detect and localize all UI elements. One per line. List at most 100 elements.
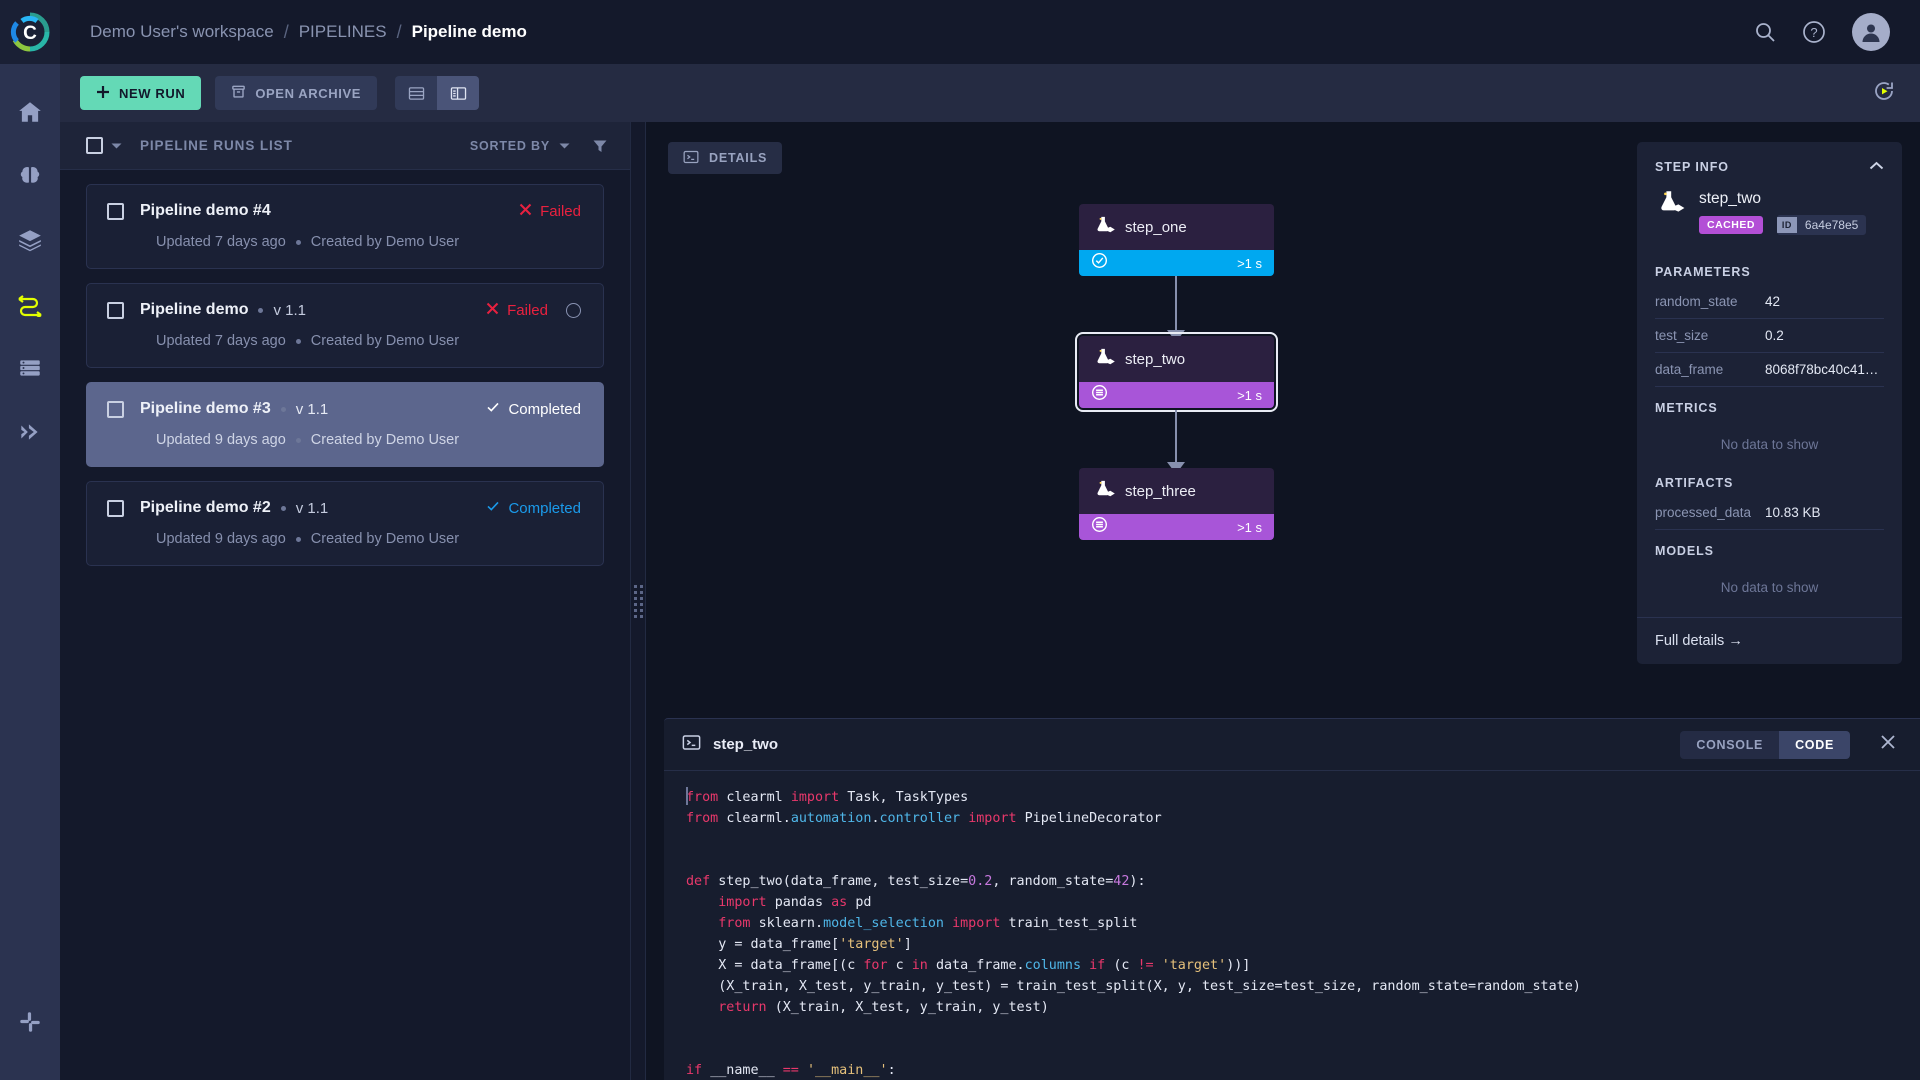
dag-node-step-two[interactable]: step_two >1 s — [1075, 332, 1278, 412]
step-info-task-name: step_two — [1699, 190, 1762, 207]
list-view-icon[interactable] — [395, 76, 437, 110]
step-info-badges: CACHED ID 6a4e78e5 — [1699, 215, 1884, 235]
run-list-item[interactable]: Pipeline demo #2 v 1.1 Completed Updated 9 … — [86, 481, 604, 566]
status-badge: Failed — [486, 302, 548, 319]
pipeline-runs-panel: PIPELINE RUNS LIST SORTED BY Pipeline de… — [60, 122, 630, 1080]
code-line: from sklearn.model_selection import trai… — [718, 916, 1138, 931]
run-name: Pipeline demo #4 — [140, 202, 271, 219]
chevron-down-icon — [559, 139, 570, 153]
full-details-link[interactable]: Full details → — [1655, 633, 1743, 649]
run-list-item[interactable]: Pipeline demo #3 v 1.1 Completed Updated 9 … — [86, 382, 604, 467]
node-header: step_one — [1079, 204, 1274, 250]
dag-node-step-three[interactable]: step_three >1 s — [1079, 468, 1274, 540]
run-updated: Updated 9 days ago — [156, 432, 286, 448]
runs-list[interactable]: Pipeline demo #4 Failed Updated 7 days ago… — [60, 170, 630, 1080]
metrics-section: METRICS No data to show — [1637, 387, 1902, 462]
user-avatar-icon[interactable] — [1852, 13, 1890, 51]
run-version: v 1.1 — [273, 301, 306, 319]
separator-dot — [295, 437, 301, 443]
details-button[interactable]: DETAILS — [668, 142, 783, 174]
status-badge: Completed — [486, 400, 581, 418]
panel-splitter[interactable] — [630, 122, 646, 1080]
split-view-icon[interactable] — [437, 76, 479, 110]
main-column: NEW RUN OPEN ARCHIVE PIPELINE RUNS LIST … — [60, 64, 1920, 1080]
code-line: X = data_frame[(c for c in data_frame.co… — [686, 958, 1251, 973]
dag-node-step-one[interactable]: step_one >1 s — [1079, 204, 1274, 276]
run-checkbox[interactable] — [107, 499, 124, 517]
artifact-value: 10.83 KB — [1765, 505, 1821, 520]
node-duration: >1 s — [1237, 387, 1262, 403]
code-line: (X_train, X_test, y_train, y_test) = tra… — [686, 979, 1581, 994]
help-circle-icon[interactable]: ? — [1802, 20, 1826, 44]
sort-by-dropdown[interactable]: SORTED BY — [470, 139, 570, 153]
run-updated: Updated 7 days ago — [156, 333, 286, 349]
run-row-meta: Updated 7 days ago Created by Demo User — [156, 234, 581, 250]
header-actions: ? — [1754, 13, 1920, 51]
parameter-key: data_frame — [1655, 362, 1724, 377]
chevron-down-icon[interactable] — [111, 137, 122, 155]
sidebar-item-reports[interactable] — [7, 406, 53, 458]
parameter-value: 8068f78bc40c41d… — [1765, 362, 1884, 377]
code-line: return (X_train, X_test, y_train, y_test… — [718, 1000, 1049, 1015]
plus-icon — [96, 85, 110, 102]
run-row-meta: Updated 9 days ago Created by Demo User — [156, 432, 581, 448]
dag-edge — [1175, 276, 1177, 334]
run-row-primary: Pipeline demo #3 v 1.1 Completed — [107, 400, 581, 418]
code-line: import pandas as pd — [718, 895, 872, 910]
sidebar-item-projects[interactable] — [7, 150, 53, 202]
run-checkbox[interactable] — [107, 301, 124, 319]
run-row-primary: Pipeline demo #4 Failed — [107, 202, 581, 220]
node-label: step_two — [1125, 350, 1186, 368]
separator-dot — [280, 505, 286, 511]
code-line: def step_two(data_frame, test_size=0.2, … — [686, 874, 1146, 889]
run-checkbox[interactable] — [107, 400, 124, 418]
parameter-value: 0.2 — [1765, 328, 1784, 343]
dag-edge — [1175, 410, 1177, 466]
parameter-key: random_state — [1655, 294, 1738, 309]
step-info-footer: Full details → — [1637, 617, 1902, 664]
sort-by-label: SORTED BY — [469, 138, 550, 153]
separator-dot — [258, 307, 264, 313]
close-icon[interactable] — [1878, 732, 1898, 757]
run-created-by: Created by Demo User — [310, 432, 460, 448]
filter-icon[interactable] — [592, 138, 608, 154]
dag-canvas[interactable]: DETAILS step_one >1 s step_two >1 s step… — [646, 122, 1637, 718]
auto-refresh-icon[interactable] — [1872, 79, 1896, 108]
slack-icon[interactable] — [7, 996, 53, 1048]
parameters-section: PARAMETERS random_state 42 test_size 0.2 — [1637, 251, 1902, 387]
search-icon[interactable] — [1754, 21, 1776, 43]
breadcrumb-pipelines[interactable]: PIPELINES — [299, 22, 387, 42]
code-panel-title: step_two — [713, 736, 779, 753]
run-version: v 1.1 — [295, 499, 329, 517]
new-run-button[interactable]: NEW RUN — [80, 76, 202, 110]
run-list-item[interactable]: Pipeline demo #4 Failed Updated 7 days ago… — [86, 184, 604, 269]
select-all-checkbox[interactable] — [86, 137, 103, 154]
sidebar-item-datasets[interactable] — [7, 214, 53, 266]
code-content[interactable]: from clearml import Task, TaskTypes from … — [664, 771, 1920, 1080]
run-list-item[interactable]: Pipeline demo v 1.1 Failed Updated 7 days a… — [86, 283, 604, 368]
sidebar-item-home[interactable] — [7, 86, 53, 138]
sidebar-item-pipelines[interactable] — [7, 278, 53, 330]
details-label: DETAILS — [709, 151, 768, 165]
status-label: Completed — [508, 400, 581, 418]
run-created-by: Created by Demo User — [310, 333, 460, 349]
breadcrumb-workspace[interactable]: Demo User's workspace — [90, 22, 274, 42]
logo-container[interactable]: C — [0, 0, 60, 64]
run-updated: Updated 9 days ago — [156, 531, 286, 547]
body: NEW RUN OPEN ARCHIVE PIPELINE RUNS LIST … — [0, 64, 1920, 1080]
chevron-up-icon[interactable] — [1869, 158, 1884, 176]
sidebar-item-workers[interactable] — [7, 342, 53, 394]
parameter-row: test_size 0.2 — [1655, 319, 1884, 353]
new-run-label: NEW RUN — [119, 85, 186, 101]
run-checkbox[interactable] — [107, 202, 124, 220]
open-archive-button[interactable]: OPEN ARCHIVE — [215, 76, 377, 110]
tab-code[interactable]: CODE — [1779, 730, 1850, 759]
page-toolbar: NEW RUN OPEN ARCHIVE — [60, 64, 1920, 122]
separator-dot — [295, 239, 301, 245]
task-id-chip[interactable]: ID 6a4e78e5 — [1776, 215, 1867, 235]
tab-console[interactable]: CONSOLE — [1680, 730, 1780, 759]
models-section: MODELS No data to show — [1637, 530, 1902, 605]
view-mode-toggle — [395, 76, 479, 110]
